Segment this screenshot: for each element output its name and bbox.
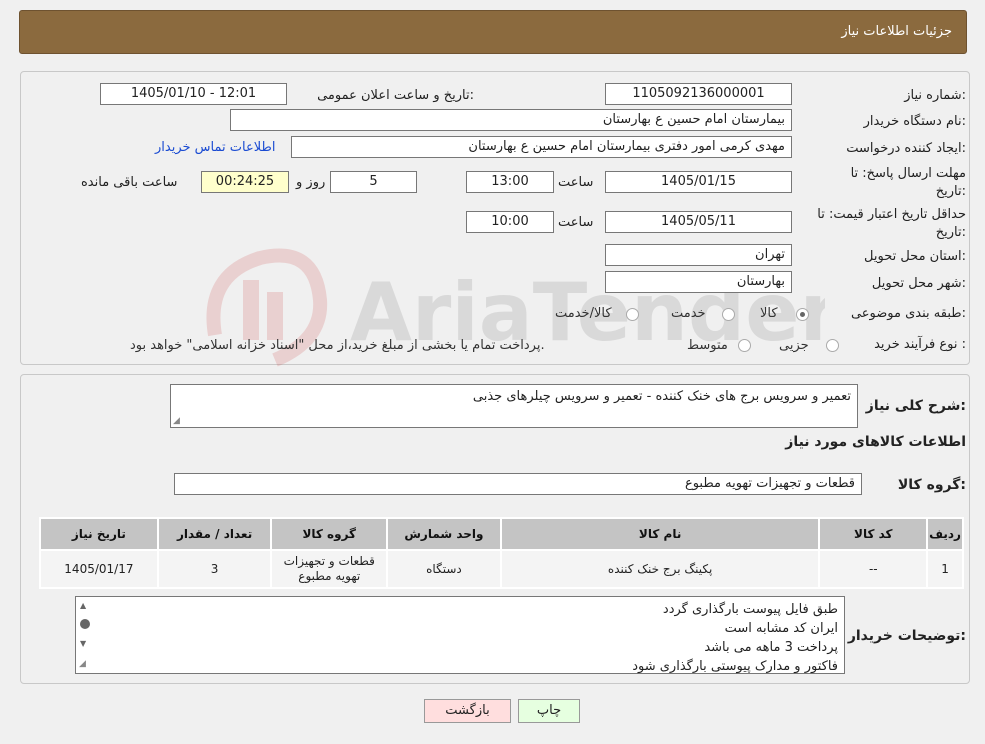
delivery-province-field: تهران [605, 244, 792, 266]
notes-scrollbar[interactable]: ▲ ▼ ◢ [76, 597, 94, 673]
col-goods-code-header: کد کالا [818, 517, 929, 551]
general-description-label: شرح کلی نیاز: [865, 398, 966, 414]
category-goods-service-label: کالا/خدمت [555, 306, 612, 321]
purchase-process-label: نوع فرآیند خرید : [874, 337, 966, 352]
buyer-org-label: نام دستگاه خریدار: [863, 114, 966, 129]
delivery-province-label: استان محل تحویل: [864, 249, 966, 264]
days-label: روز و [296, 175, 326, 190]
back-button[interactable]: بازگشت [424, 699, 511, 723]
scroll-thumb[interactable] [80, 619, 90, 629]
delivery-city-field: بهارستان [605, 271, 792, 293]
creator-field: مهدی کرمی امور دفتری بیمارستان امام حسین… [291, 136, 792, 158]
resize-handle-icon[interactable]: ◢ [173, 416, 180, 426]
goods-group-field: قطعات و تجهیزات تهویه مطبوع [174, 473, 862, 495]
page-title: جزئیات اطلاعات نیاز [841, 24, 952, 39]
deadline-label-date: تاریخ: [935, 184, 966, 199]
cell-goods-group: قطعات و تجهیزات تهویه مطبوع [270, 549, 389, 589]
goods-info-title: اطلاعات کالاهای مورد نیاز [785, 434, 966, 450]
need-number-field: 1105092136000001 [605, 83, 792, 105]
process-minor-label: جزیی [779, 338, 809, 353]
buyer-contact-link[interactable]: اطلاعات تماس خریدار [155, 140, 275, 155]
remaining-days-field: 5 [330, 171, 417, 193]
deadline-time-field: 13:00 [466, 171, 554, 193]
col-row-header: ردیف [926, 517, 964, 551]
deadline-label: مهلت ارسال پاسخ: تا [850, 166, 966, 181]
deadline-time-label: ساعت [558, 175, 594, 190]
process-minor-radio[interactable] [826, 339, 839, 352]
general-description-text: تعمیر و سرویس برج های خنک کننده - تعمیر … [472, 389, 851, 404]
category-goods-service-radio[interactable] [626, 308, 639, 321]
table-row: 1405/01/17 3 قطعات و تجهیزات تهویه مطبوع… [39, 549, 964, 589]
goods-table: تاریخ نیاز تعداد / مقدار گروه کالا واحد … [39, 517, 964, 589]
deadline-date-field: 1405/01/15 [605, 171, 792, 193]
cell-goods-code: -- [818, 549, 929, 589]
category-label: طبقه بندی موضوعی: [850, 306, 966, 321]
price-validity-time-label: ساعت [558, 215, 594, 230]
goods-group-label: گروه کالا: [897, 477, 966, 493]
buyer-notes-label: توضیحات خریدار: [847, 628, 966, 644]
buyer-note-line: پرداخت 3 ماهه می باشد [704, 640, 838, 655]
creator-label: ایجاد کننده درخواست: [846, 141, 966, 156]
delivery-city-label: شهر محل تحویل: [871, 276, 966, 291]
resize-handle-icon[interactable]: ◢ [79, 659, 86, 669]
col-goods-group-header: گروه کالا [270, 517, 389, 551]
col-goods-name-header: نام کالا [499, 517, 821, 551]
price-validity-label-date: تاریخ: [935, 225, 966, 240]
price-validity-label: حداقل تاریخ اعتبار قیمت: تا [817, 207, 966, 222]
process-medium-label: متوسط [687, 338, 728, 353]
process-medium-radio[interactable] [738, 339, 751, 352]
page-header: جزئیات اطلاعات نیاز [19, 10, 967, 54]
cell-quantity: 3 [156, 549, 273, 589]
print-button[interactable]: چاپ [518, 699, 580, 723]
price-validity-time-field: 10:00 [466, 211, 554, 233]
announce-datetime-field: 1405/01/10 - 12:01 [100, 83, 287, 105]
category-service-radio[interactable] [722, 308, 735, 321]
announce-datetime-label: تاریخ و ساعت اعلان عمومی: [317, 88, 474, 103]
remaining-time-label: ساعت باقی مانده [81, 175, 178, 190]
goods-table-header-row: تاریخ نیاز تعداد / مقدار گروه کالا واحد … [39, 517, 964, 551]
cell-goods-name: پکینگ برج خنک کننده [499, 549, 821, 589]
buyer-note-line: طبق فایل پیوست بارگذاری گردد [662, 602, 838, 617]
col-quantity-header: تعداد / مقدار [156, 517, 273, 551]
scroll-down-icon[interactable]: ▼ [80, 639, 86, 648]
cell-row-number: 1 [926, 549, 964, 589]
remaining-time-field: 00:24:25 [201, 171, 289, 193]
treasury-payment-note: پرداخت تمام یا بخشی از مبلغ خرید،از محل … [130, 338, 545, 353]
col-unit-header: واحد شمارش [386, 517, 502, 551]
buyer-note-line: فاکتور و مدارک پیوستی بارگذاری شود [632, 659, 838, 674]
buyer-note-line: ایران کد مشابه است [724, 621, 838, 636]
cell-need-date: 1405/01/17 [39, 549, 159, 589]
category-goods-label: کالا [760, 306, 778, 321]
col-need-date-header: تاریخ نیاز [39, 517, 159, 551]
buyer-org-field: بیمارستان امام حسین ع بهارستان [230, 109, 792, 131]
category-service-label: خدمت [671, 306, 706, 321]
general-description-field: تعمیر و سرویس برج های خنک کننده - تعمیر … [170, 384, 858, 428]
category-goods-radio[interactable] [796, 308, 809, 321]
buyer-notes-field: طبق فایل پیوست بارگذاری گردد ایران کد مش… [75, 596, 845, 674]
need-number-label: شماره نیاز: [904, 88, 966, 103]
price-validity-date-field: 1405/05/11 [605, 211, 792, 233]
scroll-up-icon[interactable]: ▲ [80, 601, 86, 610]
cell-unit: دستگاه [386, 549, 502, 589]
